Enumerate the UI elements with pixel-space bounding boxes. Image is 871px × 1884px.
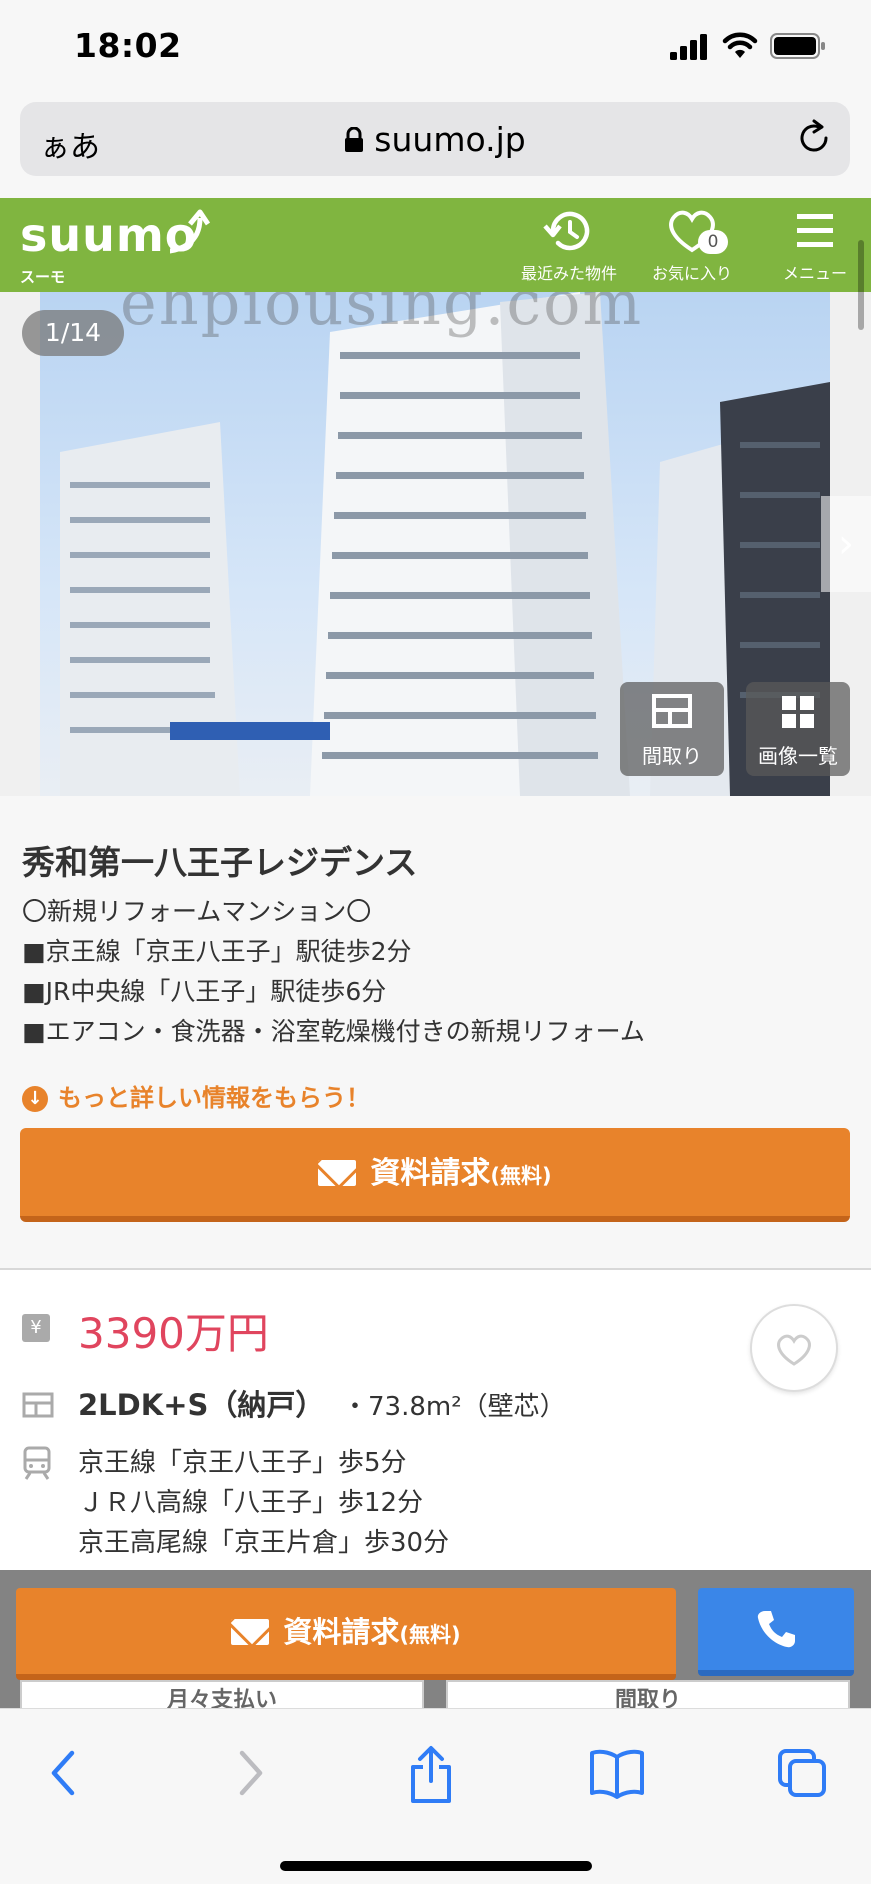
floorplan-button[interactable]: 間取り: [620, 682, 724, 776]
address-bar[interactable]: ぁあ suumo.jp: [20, 102, 850, 176]
gallery-label: 画像一覧: [758, 744, 838, 768]
logo-arrow-icon: [170, 209, 210, 254]
bookmarks-icon[interactable]: [588, 1745, 646, 1801]
recent-viewed-label: 最近みた物件: [520, 264, 617, 283]
menu-label: メニュー: [782, 264, 847, 283]
cellular-signal-icon: [670, 34, 707, 60]
suumo-logo[interactable]: suumo スーモ: [20, 208, 210, 286]
forward-icon[interactable]: [230, 1745, 270, 1801]
status-time: 18:02: [74, 26, 182, 65]
floor-area: ・73.8m²（壁芯）: [342, 1392, 566, 1422]
recent-viewed-button[interactable]: 最近みた物件: [514, 208, 624, 284]
description-line: ■エアコン・食洗器・浴室乾燥機付きの新規リフォーム: [22, 1017, 645, 1046]
history-icon: [543, 211, 590, 251]
property-price: 3390万円: [78, 1309, 269, 1358]
description-line: 〇新規リフォームマンション〇: [22, 897, 372, 926]
station-access: 京王高尾線「京王片倉」歩30分: [78, 1528, 450, 1558]
sticky-request-label: 資料請求: [283, 1615, 400, 1649]
favorite-toggle-button[interactable]: [750, 1304, 838, 1392]
lock-icon: [345, 127, 364, 152]
description-line: ■京王線「京王八王子」駅徒歩2分: [22, 937, 412, 966]
train-icon: [23, 1446, 51, 1480]
gallery-button[interactable]: 画像一覧: [746, 682, 850, 776]
section-tabs-peek: 月々支払い 間取り: [20, 1680, 850, 1708]
battery-icon: [770, 33, 825, 59]
share-icon[interactable]: [408, 1745, 454, 1805]
home-indicator: [280, 1861, 592, 1871]
grid-icon: [782, 696, 814, 728]
tabs-icon[interactable]: [776, 1745, 828, 1801]
url-display[interactable]: suumo.jp: [20, 120, 850, 159]
status-bar: 18:02: [0, 0, 871, 96]
more-info-label: もっと詳しい情報をもらう！: [58, 1084, 370, 1112]
favorites-count-badge: 0: [698, 230, 728, 254]
floorplan-icon: [652, 694, 692, 728]
more-info-link[interactable]: ↓ もっと詳しい情報をもらう！: [22, 1078, 370, 1113]
call-button[interactable]: [698, 1588, 854, 1676]
photo-counter: 1/14: [22, 310, 124, 356]
property-info: 秀和第一八王子レジデンス 〇新規リフォームマンション〇 ■京王線「京王八王子」駅…: [0, 796, 871, 1268]
heart-outline-icon: [777, 1334, 811, 1366]
request-free-label: (無料): [490, 1164, 552, 1188]
mail-icon: [318, 1160, 357, 1186]
hamburger-menu-icon: [797, 214, 833, 247]
sticky-request-info-button[interactable]: 資料請求(無料): [16, 1588, 676, 1680]
request-info-button[interactable]: 資料請求(無料): [20, 1128, 850, 1222]
tab-floorplan[interactable]: 間取り: [446, 1680, 850, 1708]
chevron-right-icon: ›: [838, 521, 854, 567]
request-info-label: 資料請求: [370, 1156, 491, 1191]
next-photo-button[interactable]: ›: [821, 496, 871, 592]
floorplan-small-icon: [22, 1392, 54, 1418]
wifi-icon: [722, 32, 758, 58]
favorites-label: お気に入り: [651, 264, 732, 283]
back-icon[interactable]: [44, 1745, 84, 1801]
photo-watermark: ehpiousing.com: [120, 292, 644, 339]
station-access: 京王線「京王八王子」歩5分: [78, 1448, 407, 1478]
browser-toolbar: [0, 1708, 871, 1884]
reload-icon[interactable]: [794, 118, 834, 158]
layout-type: 2LDK+S（納戸）: [78, 1388, 325, 1422]
description-line: ■JR中央線「八王子」駅徒歩6分: [22, 977, 387, 1006]
logo-subtitle: スーモ: [20, 268, 66, 286]
station-access: ＪＲ八高線「八王子」歩12分: [78, 1488, 424, 1518]
phone-icon: [757, 1611, 795, 1648]
url-text: suumo.jp: [374, 120, 526, 159]
favorites-button[interactable]: 0 お気に入り: [646, 208, 738, 284]
sticky-request-free-label: (無料): [399, 1623, 461, 1647]
arrow-down-circle-icon: ↓: [22, 1086, 48, 1112]
sticky-action-bar: 月々支払い 間取り 資料請求(無料): [0, 1570, 871, 1708]
yen-icon: ¥: [22, 1314, 50, 1342]
tab-monthly-payment[interactable]: 月々支払い: [20, 1680, 424, 1708]
site-header: suumo スーモ 最近みた物件 0 お気に入り メニュー: [0, 198, 871, 292]
menu-button[interactable]: メニュー: [770, 208, 860, 284]
property-title: 秀和第一八王子レジデンス: [22, 843, 418, 882]
photo-carousel[interactable]: ehpiousing.com 1/14 › 間取り 画像一覧: [0, 292, 871, 796]
scrollbar[interactable]: [858, 240, 864, 330]
floorplan-label: 間取り: [642, 744, 702, 768]
property-details: ¥ 3390万円 2LDK+S（納戸） ・73.8m²（壁芯） 京王線「京王八王…: [0, 1270, 871, 1570]
mail-icon: [231, 1619, 270, 1645]
